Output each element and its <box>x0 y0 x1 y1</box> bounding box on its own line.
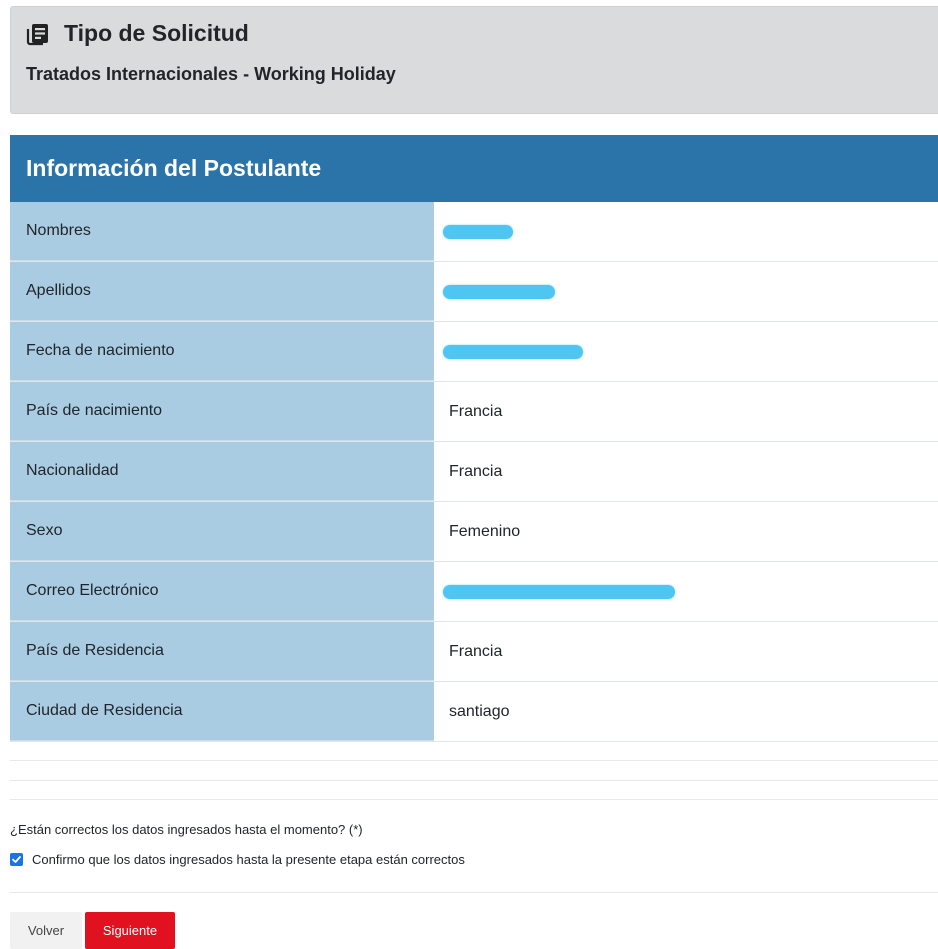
info-value-redacted <box>434 562 938 621</box>
info-value-redacted <box>434 202 938 261</box>
info-label: País de Residencia <box>10 622 434 681</box>
checkmark-icon <box>12 856 21 863</box>
info-row-correo: Correo Electrónico <box>10 562 938 622</box>
info-value: Francia <box>434 382 938 441</box>
request-type-title: Tipo de Solicitud <box>64 20 249 46</box>
info-value: Francia <box>434 622 938 681</box>
divider <box>10 760 938 761</box>
redaction-mark <box>443 224 513 239</box>
back-button[interactable]: Volver <box>10 912 82 949</box>
applicant-info-panel: Información del Postulante Nombres Apell… <box>10 135 938 742</box>
info-row-nacionalidad: Nacionalidad Francia <box>10 442 938 502</box>
info-value: santiago <box>434 682 938 741</box>
info-label: Nacionalidad <box>10 442 434 501</box>
info-label: Fecha de nacimiento <box>10 322 434 381</box>
confirmation-question: ¿Están correctos los datos ingresados ha… <box>10 822 363 837</box>
info-row-ciudad-residencia: Ciudad de Residencia santiago <box>10 682 938 742</box>
confirmation-checkbox-row[interactable]: Confirmo que los datos ingresados hasta … <box>10 852 465 867</box>
info-label: Sexo <box>10 502 434 561</box>
applicant-info-header: Información del Postulante <box>10 135 938 202</box>
info-row-sexo: Sexo Femenino <box>10 502 938 562</box>
divider <box>10 892 938 893</box>
info-value-redacted <box>434 262 938 321</box>
newspaper-icon <box>26 22 50 46</box>
redaction-mark <box>443 344 583 359</box>
request-type-title-row: Tipo de Solicitud <box>26 20 249 47</box>
next-button[interactable]: Siguiente <box>85 912 175 949</box>
confirmation-checkbox[interactable] <box>10 853 23 866</box>
info-label: Correo Electrónico <box>10 562 434 621</box>
info-value: Femenino <box>434 502 938 561</box>
divider <box>10 780 938 781</box>
divider <box>10 799 938 800</box>
confirmation-checkbox-label[interactable]: Confirmo que los datos ingresados hasta … <box>32 852 465 867</box>
info-label: País de nacimiento <box>10 382 434 441</box>
info-value-redacted <box>434 322 938 381</box>
info-row-fecha-nacimiento: Fecha de nacimiento <box>10 322 938 382</box>
info-row-pais-residencia: País de Residencia Francia <box>10 622 938 682</box>
info-label: Apellidos <box>10 262 434 321</box>
info-row-pais-nacimiento: País de nacimiento Francia <box>10 382 938 442</box>
request-type-subtitle: Tratados Internacionales - Working Holid… <box>26 64 396 84</box>
info-label: Ciudad de Residencia <box>10 682 434 741</box>
redaction-mark <box>443 284 555 299</box>
info-row-apellidos: Apellidos <box>10 262 938 322</box>
info-value: Francia <box>434 442 938 501</box>
info-row-nombres: Nombres <box>10 202 938 262</box>
redaction-mark <box>443 584 675 599</box>
info-label: Nombres <box>10 202 434 261</box>
